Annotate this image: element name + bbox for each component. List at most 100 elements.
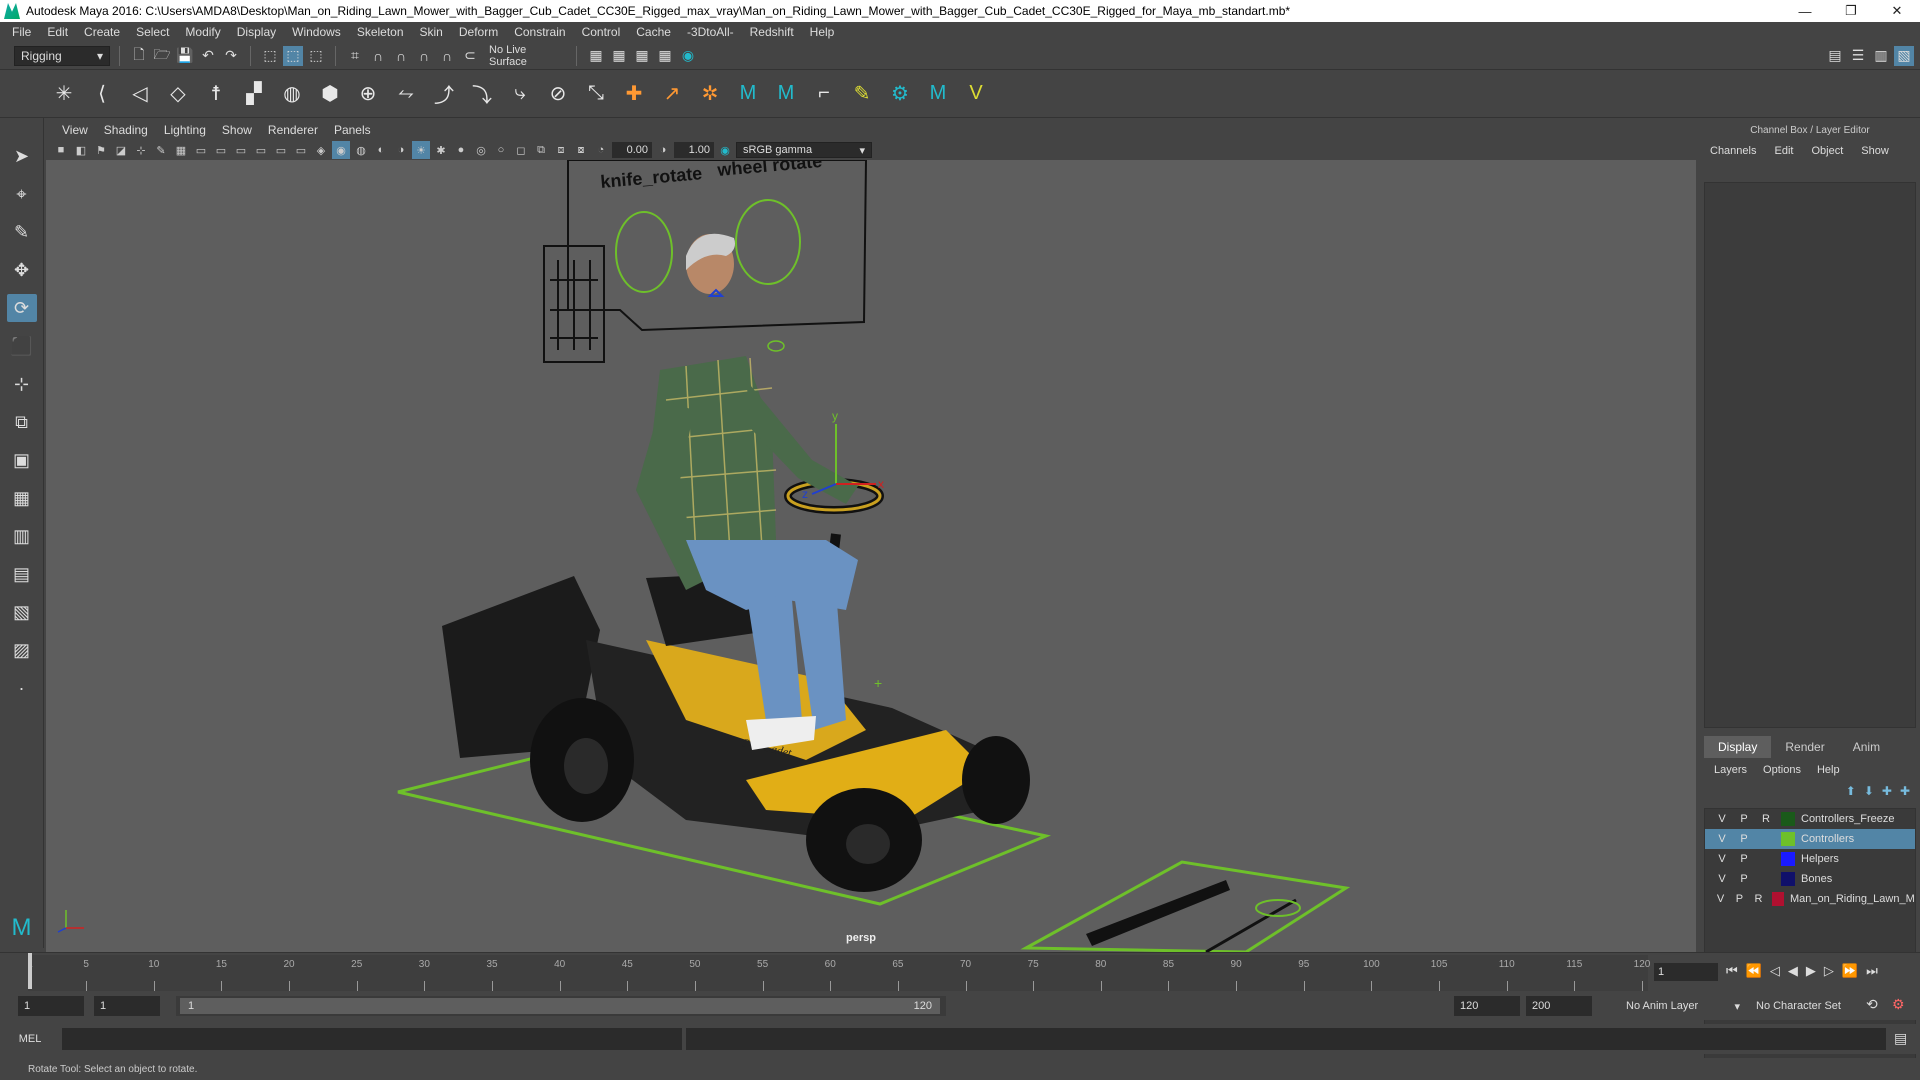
menu-help[interactable]: Help: [802, 25, 843, 39]
isolate-select-icon[interactable]: ◻: [512, 141, 530, 159]
time-slider[interactable]: 1 5 10 15 20 25 30 35 40 45 50 55 60 65 70 75 80 85 90 95 1…: [0, 952, 1920, 992]
layer-p-toggle[interactable]: P: [1730, 893, 1749, 905]
layer-v-toggle[interactable]: V: [1711, 873, 1733, 885]
bind-skin-icon[interactable]: ▞: [240, 80, 268, 108]
wireframe-icon[interactable]: ◈: [312, 141, 330, 159]
exposure-field[interactable]: 0.00: [612, 142, 652, 158]
range-slider[interactable]: 1 120: [176, 996, 946, 1016]
go-to-end-icon[interactable]: ⏭: [1866, 963, 1878, 979]
depth-of-field-icon[interactable]: ○: [492, 141, 510, 159]
manipulator-icon[interactable]: ⊹: [7, 370, 37, 398]
tab-display[interactable]: Display: [1704, 736, 1772, 758]
menu-3dtoall[interactable]: -3DtoAll-: [679, 25, 742, 39]
anim-layer-dropdown[interactable]: No Anim Layer ▾: [1620, 996, 1744, 1016]
cluster-icon[interactable]: ⥊: [392, 80, 420, 108]
xray-icon[interactable]: ⧉: [532, 141, 550, 159]
image-plane-icon[interactable]: ◪: [112, 141, 130, 159]
single-layout-icon[interactable]: ▣: [7, 446, 37, 474]
menu-constrain[interactable]: Constrain: [506, 25, 573, 39]
mel-input[interactable]: [62, 1028, 682, 1050]
layer-color-swatch[interactable]: [1781, 832, 1795, 846]
script-editor-icon[interactable]: ▤: [1894, 1030, 1907, 1047]
select-hierarchy-icon[interactable]: ⬚: [260, 46, 280, 66]
menuset-dropdown[interactable]: Rigging ▾: [14, 45, 110, 66]
use-lights-icon[interactable]: ◑: [392, 141, 410, 159]
wrap-icon[interactable]: ⊕: [354, 80, 382, 108]
xray-joints-icon[interactable]: ⧈: [552, 141, 570, 159]
snap-view-icon[interactable]: ∩: [414, 46, 434, 66]
animation-end-field[interactable]: 200: [1526, 996, 1592, 1016]
tab-anim[interactable]: Anim: [1839, 736, 1894, 758]
layer-row[interactable]: V P Helpers: [1705, 849, 1915, 869]
smooth-shade-icon[interactable]: ◉: [332, 141, 350, 159]
new-layer-selected-icon[interactable]: ✚: [1900, 784, 1910, 798]
menu-file[interactable]: File: [4, 25, 39, 39]
channel-menu-channels[interactable]: Channels: [1710, 145, 1756, 157]
select-object-icon[interactable]: ⬚: [283, 45, 303, 66]
mel-label[interactable]: MEL: [0, 1033, 60, 1045]
color-management-icon[interactable]: ◉: [716, 141, 734, 159]
more-icon[interactable]: ·: [7, 674, 37, 702]
move-tool-icon[interactable]: ✥: [7, 256, 37, 284]
menu-windows[interactable]: Windows: [284, 25, 349, 39]
modeling-toolkit-icon[interactable]: ▤: [1825, 46, 1845, 66]
layer-row[interactable]: V P Bones: [1705, 869, 1915, 889]
step-back-frame-icon[interactable]: ◁: [1770, 963, 1780, 979]
side-layout-icon[interactable]: ▥: [7, 522, 37, 550]
new-layer-icon[interactable]: ✚: [1882, 784, 1892, 798]
snap-curve-icon[interactable]: ∩: [368, 46, 388, 66]
ik-spline-icon[interactable]: ◇: [164, 80, 192, 108]
aim-constraint-icon[interactable]: ↗: [658, 80, 686, 108]
maya-m-icon[interactable]: M: [7, 914, 37, 942]
channel-box-icon[interactable]: ▧: [1894, 45, 1914, 66]
animation-start-field[interactable]: 1: [18, 996, 84, 1016]
viewport-menu-show[interactable]: Show: [214, 123, 260, 137]
animation-prefs-icon[interactable]: ⚙: [1892, 996, 1905, 1013]
ipr-render-icon[interactable]: ▦: [632, 46, 652, 66]
select-tool-icon[interactable]: ➤: [7, 142, 37, 170]
smooth-bind-icon[interactable]: ◍: [278, 80, 306, 108]
layer-row[interactable]: V P Controllers: [1705, 829, 1915, 849]
scale-tool-icon[interactable]: ⬛: [7, 332, 37, 360]
menu-create[interactable]: Create: [76, 25, 128, 39]
wheel-controller[interactable]: [735, 199, 801, 285]
human-ik-icon[interactable]: M: [734, 80, 762, 108]
colorspace-dropdown[interactable]: sRGB gamma ▾: [736, 142, 872, 158]
locator-cross[interactable]: +: [874, 675, 882, 691]
gamma-field[interactable]: 1.00: [674, 142, 714, 158]
layer-color-swatch[interactable]: [1781, 872, 1795, 886]
orient-constraint-icon[interactable]: ✲: [696, 80, 724, 108]
blend-shape-icon[interactable]: ⤴: [430, 80, 458, 108]
film-gate-icon[interactable]: ▭: [192, 141, 210, 159]
layer-color-swatch[interactable]: [1781, 852, 1795, 866]
current-frame-field[interactable]: 1: [1654, 963, 1718, 981]
viewport-menu-shading[interactable]: Shading: [96, 123, 156, 137]
live-surface-field[interactable]: No Live Surface: [483, 44, 567, 68]
shadows-icon[interactable]: ☀: [412, 141, 430, 159]
layer-r-toggle[interactable]: R: [1749, 893, 1768, 905]
layer-r-toggle[interactable]: R: [1755, 813, 1777, 825]
sculpt-deformer-icon[interactable]: ⊘: [544, 80, 572, 108]
safe-action-icon[interactable]: ▭: [272, 141, 290, 159]
layer-p-toggle[interactable]: P: [1733, 813, 1755, 825]
layer-menu-help[interactable]: Help: [1817, 764, 1840, 776]
step-forward-key-icon[interactable]: ⏩: [1842, 963, 1858, 979]
play-backward-icon[interactable]: ◀: [1788, 963, 1798, 979]
ground-circle-controller[interactable]: [1255, 899, 1301, 917]
menu-display[interactable]: Display: [229, 25, 284, 39]
check-icon[interactable]: V: [962, 80, 990, 108]
textured-icon[interactable]: ◐: [372, 141, 390, 159]
viewport-menu-panels[interactable]: Panels: [326, 123, 379, 137]
layer-p-toggle[interactable]: P: [1733, 873, 1755, 885]
layer-p-toggle[interactable]: P: [1733, 853, 1755, 865]
ambient-occlusion-icon[interactable]: ✱: [432, 141, 450, 159]
snap-magnet-icon[interactable]: ⊂: [460, 46, 480, 66]
viewport-menu-view[interactable]: View: [54, 123, 96, 137]
channel-menu-show[interactable]: Show: [1861, 145, 1889, 157]
character-set-dropdown[interactable]: No Character Set: [1750, 996, 1868, 1016]
layer-menu-layers[interactable]: Layers: [1714, 764, 1747, 776]
channel-box-area[interactable]: [1704, 182, 1916, 728]
auto-key-icon[interactable]: ⟲: [1866, 996, 1878, 1013]
outliner-layout-icon[interactable]: ▤: [7, 560, 37, 588]
four-layout-icon[interactable]: ▦: [7, 484, 37, 512]
